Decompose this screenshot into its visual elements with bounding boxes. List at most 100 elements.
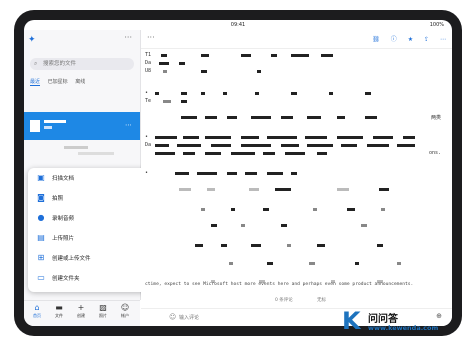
redacted-text	[347, 208, 355, 211]
watermark-title: 问问答	[368, 314, 398, 325]
redacted-text	[161, 54, 167, 57]
nav-create[interactable]: + 创建	[70, 303, 92, 319]
redacted-text	[285, 152, 305, 155]
link-icon[interactable]: ⛓	[372, 36, 380, 43]
nav-home[interactable]: ⌂ 首页	[26, 303, 48, 319]
redacted-text	[223, 92, 227, 95]
redacted-text	[403, 136, 415, 139]
redacted-text	[179, 62, 185, 65]
redacted-text	[241, 136, 259, 139]
more-icon[interactable]: ⋯	[440, 36, 446, 43]
redacted-text	[183, 136, 199, 139]
doc-line-label: •	[145, 134, 149, 140]
tab-offline[interactable]: 离线	[75, 78, 85, 85]
nav-account[interactable]: ☺ 帐户	[114, 303, 136, 319]
redacted-text	[367, 144, 389, 147]
camera-icon: ◙	[37, 193, 45, 202]
document-footer: 0 条评论 无标	[141, 294, 452, 306]
nav-label: 创建	[77, 313, 85, 318]
redacted-text	[163, 100, 171, 103]
redacted-text	[211, 224, 217, 227]
redacted-text	[231, 152, 255, 155]
doc-line-label: Da	[145, 60, 152, 66]
comments-count[interactable]: 0 条评论	[275, 297, 293, 303]
redacted-text	[251, 116, 271, 119]
nav-files[interactable]: ▬ 文件	[48, 303, 70, 319]
nav-label: 帐户	[121, 313, 129, 318]
doc-line-label: •	[145, 170, 149, 176]
redacted-text	[181, 92, 187, 95]
redacted-text	[245, 172, 257, 175]
file-name-redacted	[44, 120, 66, 123]
redacted-text	[175, 172, 189, 175]
redacted-text	[249, 188, 259, 191]
file-more-button[interactable]: ⋯	[125, 121, 132, 129]
more-options-button[interactable]: ···	[124, 33, 132, 42]
redacted-text	[241, 54, 251, 57]
watermark-url: www.kewenda.com	[368, 324, 439, 332]
redacted-text	[205, 136, 231, 139]
home-icon: ⌂	[34, 303, 40, 312]
document-text-line: ctime, expect to see Microsoft host more…	[145, 282, 414, 287]
document-more-button[interactable]: ···	[147, 33, 155, 42]
microphone-icon: ●	[37, 213, 45, 222]
redacted-text	[231, 208, 235, 211]
redacted-text	[201, 208, 205, 211]
file-thumbnail	[30, 120, 40, 132]
redacted-text	[337, 116, 345, 119]
redacted-text	[321, 54, 333, 57]
footer-label: 无标	[317, 298, 326, 303]
plus-icon: +	[77, 303, 85, 312]
redacted-text	[78, 152, 114, 155]
status-bar: 09:41 100%	[24, 20, 452, 30]
selected-file-row[interactable]: ⋯	[24, 112, 140, 140]
redacted-text	[227, 172, 237, 175]
folder-icon: ▬	[55, 303, 63, 312]
document-pane: ··· ⛓ ⓘ ★ ⇪ ⋯ T1 Da U8 • Te • Da • 两类 on…	[141, 30, 452, 326]
search-input[interactable]	[43, 59, 129, 69]
redacted-text	[397, 262, 401, 265]
star-icon[interactable]: ★	[408, 36, 413, 43]
doc-line-label: •	[145, 90, 149, 96]
redacted-text	[179, 188, 191, 191]
redacted-text	[207, 188, 215, 191]
menu-item-create-folder[interactable]: ▭ 创建文件夹	[28, 270, 158, 286]
redacted-text	[287, 244, 291, 247]
redacted-text	[281, 144, 299, 147]
redacted-text	[263, 208, 269, 211]
redacted-text	[163, 70, 167, 73]
redacted-text	[155, 136, 177, 139]
redacted-text	[197, 172, 217, 175]
redacted-text	[317, 244, 325, 247]
redacted-text	[241, 224, 245, 227]
redacted-text	[267, 172, 283, 175]
redacted-text	[365, 92, 371, 95]
redacted-text	[155, 144, 169, 147]
menu-item-create-upload-file[interactable]: ⊞ 创建或上传文件	[28, 250, 158, 266]
redacted-text	[381, 208, 385, 211]
menu-item-scan[interactable]: ▣ 扫描文档	[28, 170, 158, 186]
redacted-text	[361, 224, 367, 227]
dropbox-logo-icon: ✦	[28, 35, 36, 45]
redacted-text	[205, 152, 221, 155]
redacted-text	[181, 100, 187, 103]
redacted-text	[155, 92, 159, 95]
redacted-text	[291, 92, 297, 95]
redacted-text	[251, 244, 261, 247]
share-icon[interactable]: ⇪	[424, 36, 429, 43]
menu-item-camera[interactable]: ◙ 拍照	[28, 190, 158, 206]
nav-photos[interactable]: ▨ 照片	[92, 303, 114, 319]
tab-starred[interactable]: 已加星标	[48, 78, 68, 85]
redacted-text	[255, 92, 259, 95]
search-bar[interactable]: ⌕	[30, 58, 134, 70]
redacted-text	[355, 262, 359, 265]
tab-recent[interactable]: 最近	[30, 78, 41, 86]
document-content: T1 Da U8 • Te • Da • 两类 ons.	[141, 48, 452, 300]
menu-item-upload-photo[interactable]: ▤ 上传照片	[28, 230, 158, 246]
info-icon[interactable]: ⓘ	[391, 36, 397, 43]
doc-fragment: ons.	[429, 150, 442, 156]
redacted-text	[271, 54, 277, 57]
menu-item-record-audio[interactable]: ● 录制音频	[28, 210, 158, 226]
menu-item-label: 创建文件夹	[52, 276, 80, 282]
redacted-text	[365, 116, 377, 119]
